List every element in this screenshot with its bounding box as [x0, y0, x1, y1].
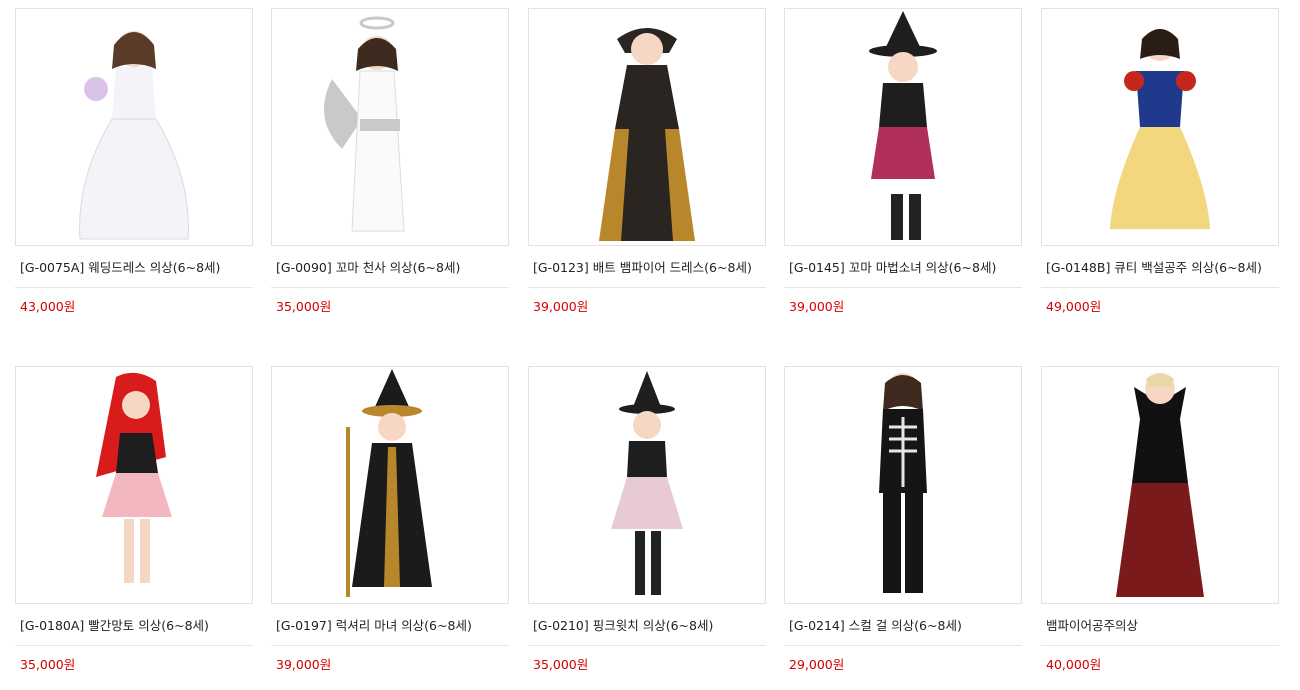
product-name[interactable]: [G-0214] 스컬 걸 의상(6~8세): [784, 618, 1022, 646]
skull-girl-icon: [879, 373, 927, 593]
little-witch-icon: [869, 11, 937, 240]
product-name[interactable]: [G-0123] 배트 뱀파이어 드레스(6~8세): [528, 260, 766, 288]
product-price: 29,000원: [789, 657, 845, 672]
snow-white-icon: [1110, 29, 1210, 229]
product-card[interactable]: [G-0148B] 큐티 백설공주 의상(6~8세) 49,000원: [1041, 8, 1279, 314]
product-grid: [G-0075A] 웨딩드레스 의상(6~8세) 43,000원 [G-0090…: [0, 0, 1300, 690]
product-image-vampire-princess[interactable]: [1041, 366, 1279, 604]
product-image-luxury-witch[interactable]: [271, 366, 509, 604]
product-price: 35,000원: [20, 657, 76, 672]
vampire-princess-icon: [1116, 373, 1204, 597]
pink-witch-icon: [611, 371, 683, 595]
product-price: 39,000원: [533, 299, 589, 314]
product-price: 43,000원: [20, 299, 76, 314]
product-card[interactable]: [G-0197] 럭셔리 마녀 의상(6~8세) 39,000원: [271, 366, 509, 672]
product-card[interactable]: [G-0090] 꼬마 천사 의상(6~8세) 35,000원: [271, 8, 509, 314]
product-price: 39,000원: [276, 657, 332, 672]
product-name[interactable]: [G-0197] 럭셔리 마녀 의상(6~8세): [271, 618, 509, 646]
product-image-skull-girl[interactable]: [784, 366, 1022, 604]
product-name[interactable]: 뱀파이어공주의상: [1041, 618, 1279, 646]
product-name[interactable]: [G-0145] 꼬마 마법소녀 의상(6~8세): [784, 260, 1022, 288]
product-card[interactable]: [G-0123] 배트 뱀파이어 드레스(6~8세) 39,000원: [528, 8, 766, 314]
product-card[interactable]: 뱀파이어공주의상 40,000원: [1041, 366, 1279, 672]
product-image-pink-witch[interactable]: [528, 366, 766, 604]
product-name[interactable]: [G-0148B] 큐티 백설공주 의상(6~8세): [1041, 260, 1279, 288]
red-riding-hood-icon: [96, 372, 172, 583]
product-card[interactable]: [G-0210] 핑크윗치 의상(6~8세) 35,000원: [528, 366, 766, 672]
product-card[interactable]: [G-0145] 꼬마 마법소녀 의상(6~8세) 39,000원: [784, 8, 1022, 314]
product-name[interactable]: [G-0210] 핑크윗치 의상(6~8세): [528, 618, 766, 646]
wedding-dress-icon: [79, 31, 189, 240]
product-image-wedding-dress[interactable]: [15, 8, 253, 246]
angel-costume-icon: [324, 16, 405, 232]
product-image-angel[interactable]: [271, 8, 509, 246]
product-price: 39,000원: [789, 299, 845, 314]
product-name[interactable]: [G-0180A] 빨간망토 의상(6~8세): [15, 618, 253, 646]
product-image-bat-vampire[interactable]: [528, 8, 766, 246]
product-image-little-witch[interactable]: [784, 8, 1022, 246]
product-name[interactable]: [G-0090] 꼬마 천사 의상(6~8세): [271, 260, 509, 288]
bat-vampire-icon: [599, 28, 695, 241]
product-card[interactable]: [G-0214] 스컬 걸 의상(6~8세) 29,000원: [784, 366, 1022, 672]
product-card[interactable]: [G-0075A] 웨딩드레스 의상(6~8세) 43,000원: [15, 8, 253, 314]
product-price: 49,000원: [1046, 299, 1102, 314]
product-price: 35,000원: [276, 299, 332, 314]
product-price: 40,000원: [1046, 657, 1102, 672]
product-image-red-riding-hood[interactable]: [15, 366, 253, 604]
product-image-snow-white[interactable]: [1041, 8, 1279, 246]
product-card[interactable]: [G-0180A] 빨간망토 의상(6~8세) 35,000원: [15, 366, 253, 672]
product-price: 35,000원: [533, 657, 589, 672]
luxury-witch-icon: [346, 369, 432, 597]
product-name[interactable]: [G-0075A] 웨딩드레스 의상(6~8세): [15, 260, 253, 288]
